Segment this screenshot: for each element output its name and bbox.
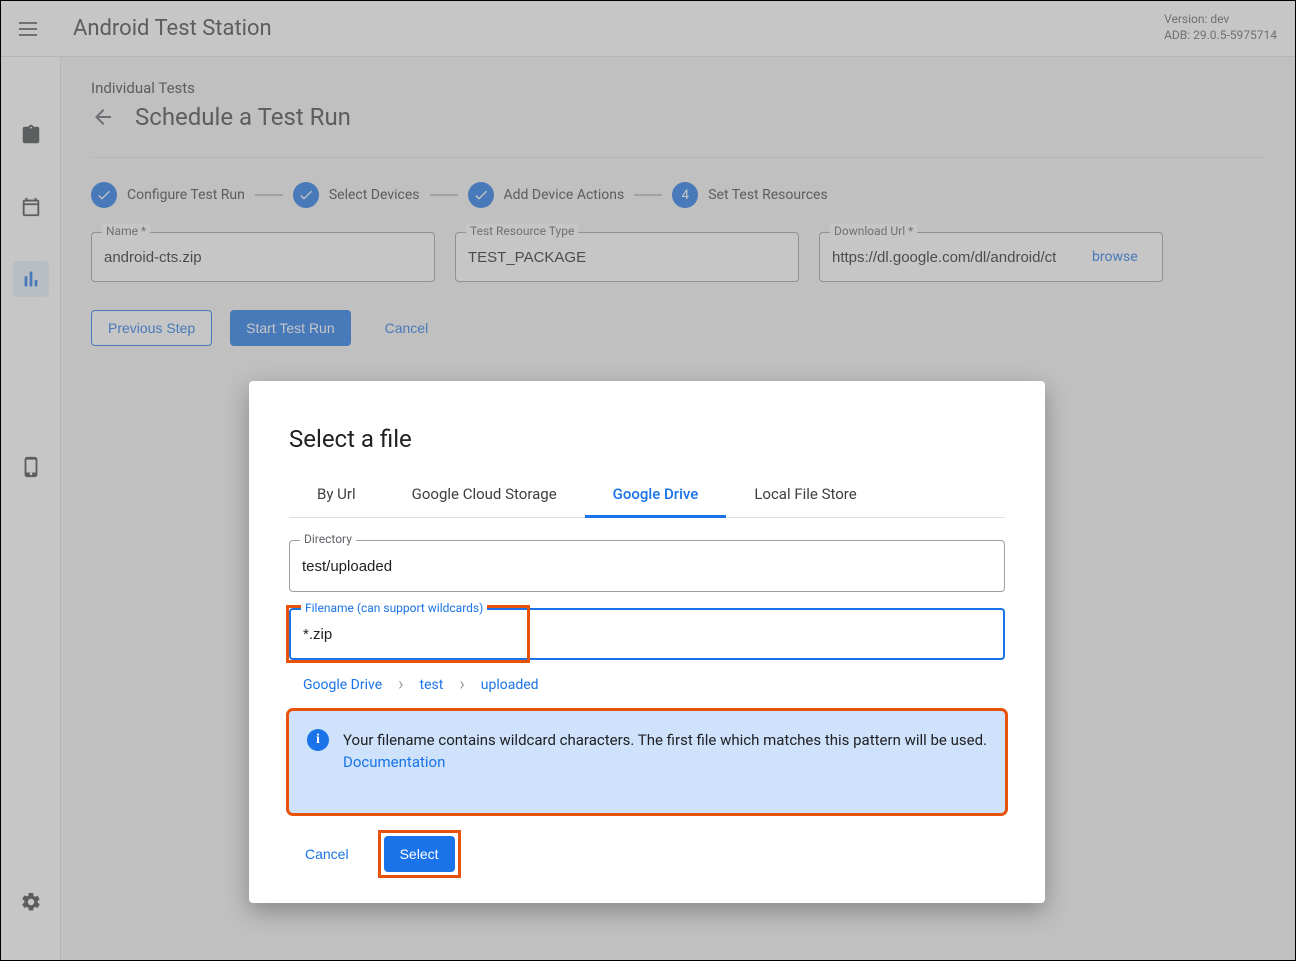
info-banner: i Your filename contains wildcard charac…: [289, 711, 1005, 813]
documentation-link[interactable]: Documentation: [343, 753, 445, 771]
dialog-tabs: By Url Google Cloud Storage Google Drive…: [289, 485, 1005, 518]
chevron-right-icon: ›: [398, 674, 403, 695]
tab-local-file-store[interactable]: Local File Store: [726, 485, 884, 517]
filename-input[interactable]: [303, 626, 515, 643]
chevron-right-icon: ›: [459, 674, 464, 695]
directory-field[interactable]: Directory: [289, 540, 1005, 592]
tab-gcs[interactable]: Google Cloud Storage: [384, 485, 585, 517]
select-file-dialog: Select a file By Url Google Cloud Storag…: [249, 381, 1045, 903]
field-label: Directory: [300, 532, 356, 546]
filename-field[interactable]: Filename (can support wildcards): [289, 608, 527, 660]
dialog-title: Select a file: [289, 425, 1005, 453]
crumb-test[interactable]: test: [420, 677, 444, 693]
dialog-select-button[interactable]: Select: [384, 836, 455, 872]
dialog-cancel-button[interactable]: Cancel: [289, 836, 365, 872]
tab-google-drive[interactable]: Google Drive: [585, 485, 727, 518]
directory-input[interactable]: [302, 558, 992, 575]
crumb-root[interactable]: Google Drive: [303, 677, 382, 693]
info-icon: i: [307, 729, 329, 751]
field-label: Filename (can support wildcards): [301, 601, 487, 615]
select-highlight: Select: [381, 833, 458, 875]
info-text: Your filename contains wildcard characte…: [343, 731, 987, 749]
breadcrumb: Google Drive › test › uploaded: [303, 674, 1005, 695]
filename-highlight: Filename (can support wildcards): [289, 608, 527, 660]
tab-by-url[interactable]: By Url: [289, 485, 384, 517]
crumb-uploaded[interactable]: uploaded: [481, 677, 539, 693]
info-text-wrap: Your filename contains wildcard characte…: [343, 729, 987, 773]
filename-field-ext[interactable]: [527, 608, 1005, 660]
